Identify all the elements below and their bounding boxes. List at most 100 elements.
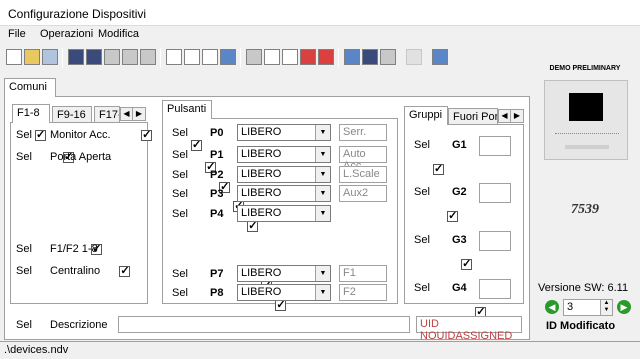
pulsante-combo[interactable]: LIBERO ▼ (237, 205, 331, 222)
menu-bar: File Operazioni Modifica (0, 26, 640, 42)
export-icon[interactable] (166, 49, 182, 65)
pulsante-field[interactable]: F1 (339, 265, 387, 282)
clipboard-icon[interactable] (246, 49, 262, 65)
table-icon[interactable] (344, 49, 360, 65)
device-icon[interactable] (380, 49, 396, 65)
gruppo-checkbox[interactable] (461, 257, 473, 270)
pulsante-combo[interactable]: LIBERO ▼ (237, 265, 331, 282)
pulsante-field[interactable]: L.Scale (339, 166, 387, 183)
copy-icon[interactable] (104, 49, 120, 65)
tab-f1-8[interactable]: F1-8 (12, 104, 50, 123)
print-setup-icon[interactable] (140, 49, 156, 65)
dropdown-arrow-icon[interactable]: ▼ (315, 125, 330, 140)
tab-pulsanti[interactable]: Pulsanti (162, 100, 212, 119)
save-icon[interactable] (68, 49, 84, 65)
scroll-right-icon[interactable]: ▶ (511, 110, 523, 122)
pulsante-field[interactable]: Serr. (339, 124, 387, 141)
gruppi-tab-scroll[interactable]: ◀ ▶ (498, 109, 524, 123)
descrizione-input[interactable] (118, 316, 410, 333)
dropdown-arrow-icon[interactable]: ▼ (315, 266, 330, 281)
pulsante-combo[interactable]: LIBERO ▼ (237, 166, 331, 183)
sel-checkbox[interactable] (35, 128, 46, 141)
status-bar: .\devices.ndv (0, 341, 640, 359)
gruppo-field[interactable] (479, 136, 511, 156)
id-spinner-icon[interactable]: ▲ ▼ (600, 300, 612, 315)
pulsante-combo[interactable]: LIBERO ▼ (237, 284, 331, 301)
checkbox-icon[interactable] (300, 49, 316, 65)
dropdown-arrow-icon[interactable]: ▼ (315, 167, 330, 182)
pulsante-value: LIBERO (241, 168, 282, 180)
pulsante-combo[interactable]: LIBERO ▼ (237, 185, 331, 202)
open-folder-icon[interactable] (24, 49, 40, 65)
pulsante-field[interactable]: F2 (339, 284, 387, 301)
tab-f9-16[interactable]: F9-16 (52, 106, 92, 123)
pulsante-sel: Sel (172, 287, 188, 299)
tab-f17[interactable]: F17- (94, 106, 120, 123)
gruppo-checkbox[interactable] (447, 209, 459, 222)
info-icon[interactable] (318, 49, 334, 65)
undo-icon[interactable] (264, 49, 280, 65)
pulsante-checkbox[interactable] (275, 298, 287, 311)
print-preview-icon[interactable] (42, 49, 58, 65)
exit-icon[interactable] (432, 49, 448, 65)
pulsante-field[interactable]: Auto Acc. (339, 146, 387, 172)
dropdown-arrow-icon[interactable]: ▼ (315, 147, 330, 162)
grid-icon[interactable] (202, 49, 218, 65)
pulsante-sel: Sel (172, 149, 188, 161)
tab-comuni[interactable]: Comuni (4, 78, 56, 97)
save-all-icon[interactable] (86, 49, 102, 65)
tab-gruppi[interactable]: Gruppi (404, 106, 448, 125)
title-bar: Configurazione Dispositivi (0, 0, 640, 26)
pulsante-sel: Sel (172, 268, 188, 280)
pulsante-value: LIBERO (241, 148, 282, 160)
left-tab-scroll[interactable]: ◀ ▶ (120, 107, 146, 121)
scroll-left-icon[interactable]: ◀ (499, 110, 511, 122)
left-row-sel: Sel (16, 265, 32, 277)
new-doc-icon[interactable] (6, 49, 22, 65)
descrizione-label: Descrizione (50, 319, 108, 331)
gruppo-id: G3 (452, 234, 467, 246)
pulsante-field[interactable]: Aux2 (339, 185, 387, 202)
scroll-left-icon[interactable]: ◀ (121, 108, 133, 120)
scroll-right-icon[interactable]: ▶ (133, 108, 145, 120)
print-icon[interactable] (122, 49, 138, 65)
gruppo-sel: Sel (414, 282, 430, 294)
menu-modifica[interactable]: Modifica (98, 28, 139, 40)
gruppo-field[interactable] (479, 183, 511, 203)
pulsante-id: P3 (210, 188, 224, 200)
device-image (544, 80, 628, 160)
left-row-sel: Sel (16, 243, 32, 255)
dropdown-arrow-icon[interactable]: ▼ (315, 186, 330, 201)
dropdown-arrow-icon[interactable]: ▼ (315, 285, 330, 300)
device-grille (565, 145, 609, 149)
pulsante-value: LIBERO (241, 207, 282, 219)
next-id-icon[interactable]: ▶ (617, 300, 631, 314)
dropdown-arrow-icon[interactable]: ▼ (315, 206, 330, 221)
id-value: 3 (567, 301, 574, 313)
pulsante-combo[interactable]: LIBERO ▼ (237, 124, 331, 141)
sel-checkbox[interactable] (119, 264, 131, 277)
settings-icon[interactable] (362, 49, 378, 65)
id-input[interactable]: 3 ▲ ▼ (563, 299, 613, 316)
id-status: ID Modificato (546, 320, 616, 332)
pulsante-id: P0 (210, 127, 224, 139)
descrizione-sel: Sel (16, 319, 32, 331)
redo-icon[interactable] (282, 49, 298, 65)
export2-icon[interactable] (184, 49, 200, 65)
menu-operazioni[interactable]: Operazioni (40, 28, 93, 40)
pulsante-checkbox[interactable] (247, 219, 259, 232)
gruppo-id: G2 (452, 186, 467, 198)
demo-banner: DEMO PRELIMINARY (549, 65, 621, 72)
prev-id-icon[interactable]: ◀ (545, 300, 559, 314)
gruppo-field[interactable] (479, 231, 511, 251)
left-row-sel: Sel (16, 151, 32, 163)
monitor-acc-checkbox[interactable] (141, 128, 153, 141)
menu-file[interactable]: File (8, 28, 26, 40)
pulsante-id: P4 (210, 208, 224, 220)
gruppo-field[interactable] (479, 279, 511, 299)
pulsante-combo[interactable]: LIBERO ▼ (237, 146, 331, 163)
tab-fuori-porta[interactable]: Fuori Porta (448, 108, 498, 125)
gruppo-checkbox[interactable] (433, 162, 444, 175)
image-icon[interactable] (220, 49, 236, 65)
pulsante-checkbox[interactable] (191, 138, 202, 151)
